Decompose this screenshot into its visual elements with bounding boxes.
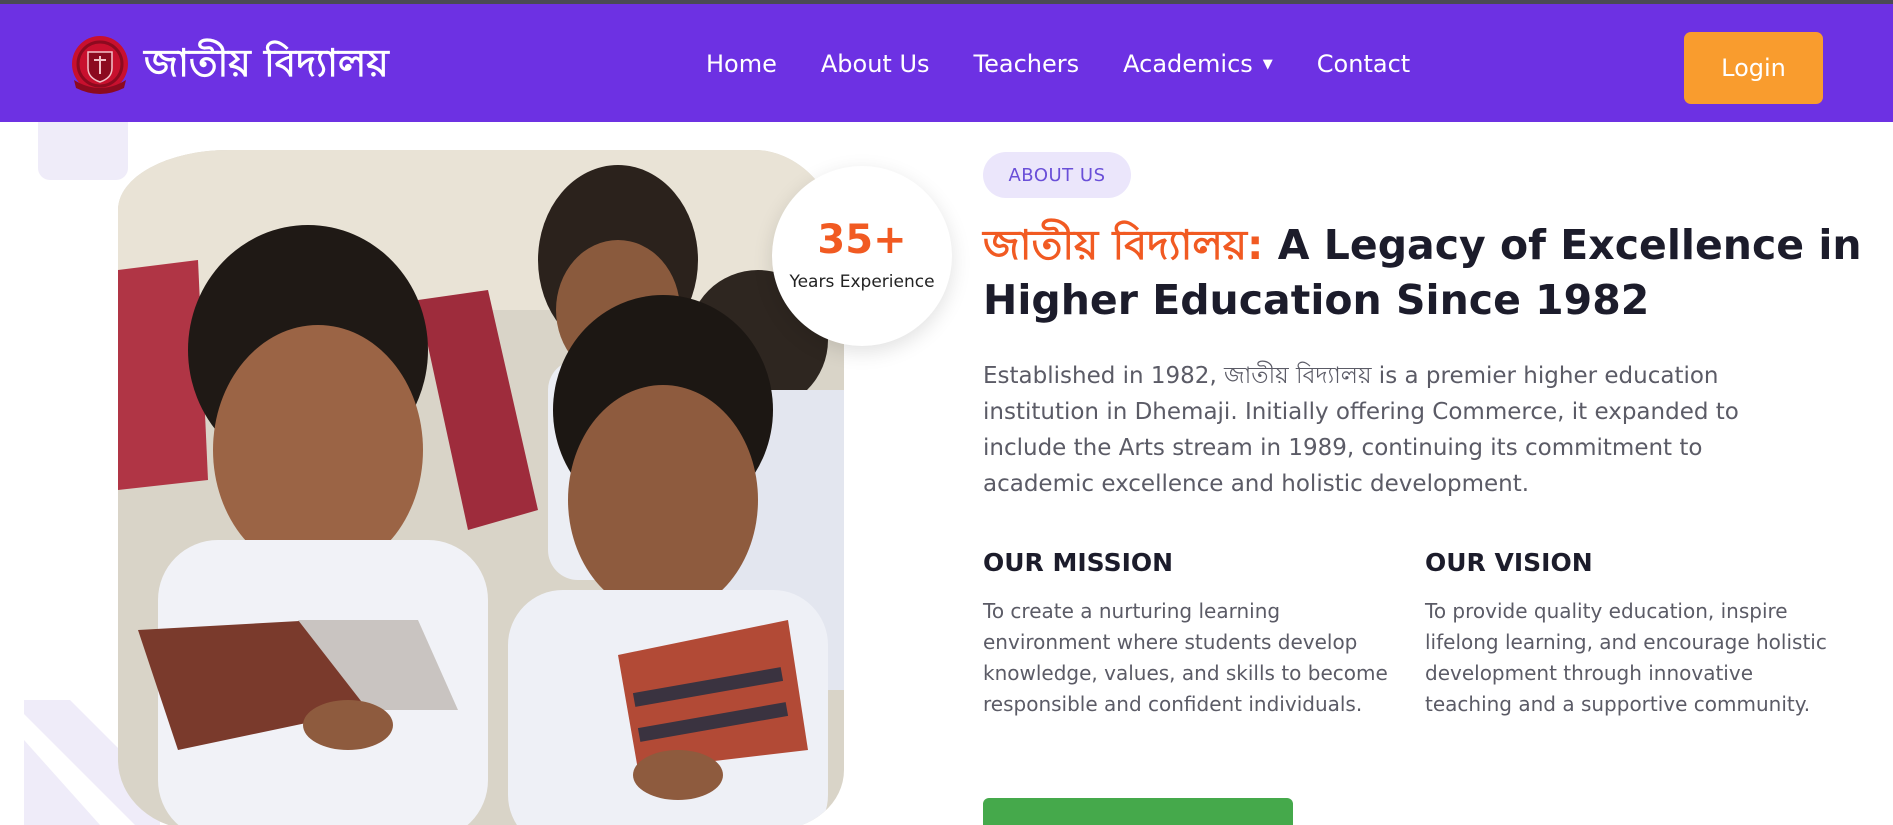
caret-down-icon: ▼ — [1262, 56, 1273, 72]
nav-about-us[interactable]: About Us — [821, 50, 930, 78]
nav-teachers[interactable]: Teachers — [974, 50, 1080, 78]
school-crest-icon — [72, 36, 128, 94]
vision-title: OUR VISION — [1425, 548, 1593, 577]
students-reading-photo — [118, 150, 844, 825]
brand-name: জাতীয় বিদ্যালয় — [144, 41, 389, 85]
nav-academics[interactable]: Academics ▼ — [1123, 50, 1273, 78]
navbar: জাতীয় বিদ্যালয় Home About Us Teachers … — [0, 4, 1893, 122]
nav-home[interactable]: Home — [706, 50, 777, 78]
mission-title: OUR MISSION — [983, 548, 1174, 577]
experience-number: 35+ — [817, 217, 907, 263]
experience-label: Years Experience — [789, 272, 935, 292]
brand[interactable]: জাতীয় বিদ্যালয় — [68, 34, 389, 98]
nav-contact[interactable]: Contact — [1317, 50, 1410, 78]
photo-illustration — [118, 150, 844, 825]
page-title: জাতীয় বিদ্যালয়: A Legacy of Excellence… — [983, 218, 1863, 328]
vision-text: To provide quality education, inspire li… — [1425, 599, 1827, 716]
nav-home-label: Home — [706, 50, 777, 78]
login-button[interactable]: Login — [1684, 32, 1823, 104]
nav-academics-label: Academics — [1123, 50, 1253, 78]
intro-paragraph: Established in 1982, জাতীয় বিদ্যালয় is… — [983, 363, 1739, 497]
nav-teachers-label: Teachers — [973, 50, 1080, 78]
mission-text: To create a nurturing learning environme… — [983, 599, 1388, 716]
experience-badge: 35+ Years Experience — [772, 166, 952, 346]
about-us-pill: ABOUT US — [983, 152, 1131, 198]
decorative-square — [38, 122, 128, 180]
title-accent: জাতীয় বিদ্যালয়: — [983, 221, 1264, 269]
nav-contact-label: Contact — [1316, 50, 1411, 78]
main-nav: Home About Us Teachers Academics ▼ Contac… — [706, 50, 1410, 78]
nav-about-us-label: About Us — [820, 50, 930, 78]
cta-button[interactable] — [983, 798, 1293, 825]
